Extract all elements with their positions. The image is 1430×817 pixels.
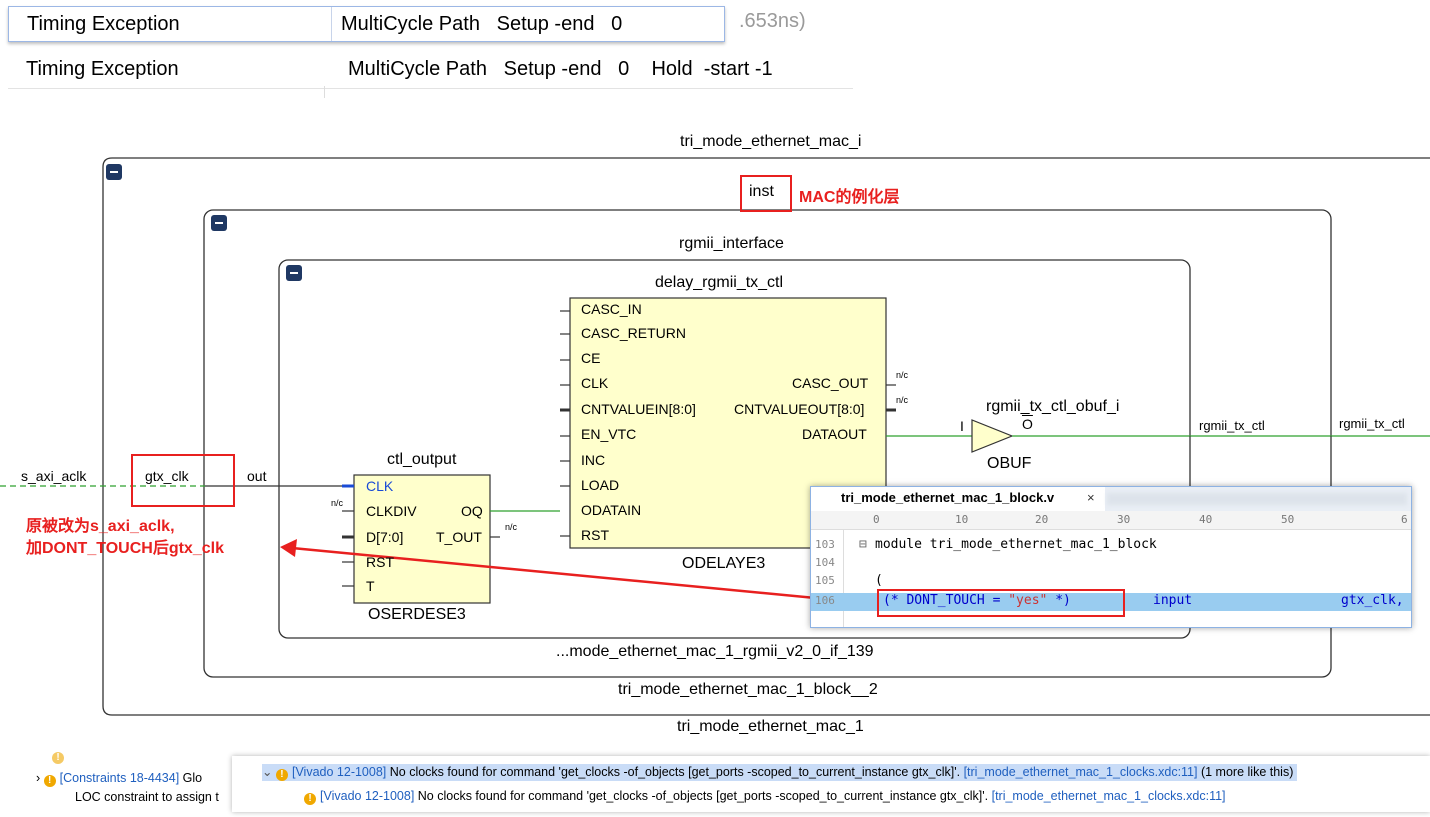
message-row[interactable]: ! [Vivado 12-1008] No clocks found for co… [304,789,1226,805]
port-label: INC [581,452,606,468]
hier-label-inst: inst [749,183,774,200]
port-label: CASC_OUT [792,375,869,391]
property-value: MultiCycle Path Setup -end 0 [341,13,623,35]
annotation-note-2: 加DONT_TOUCH后gtx_clk [26,540,224,557]
editor-tab-bar: tri_mode_ethernet_mac_1_block.v × [811,487,1411,512]
port-label: T_OUT [436,529,482,545]
hier-footer-block2: tri_mode_ethernet_mac_1_block__2 [618,681,878,698]
obuf-type-label: OBUF [987,455,1032,472]
nc-label: n/c [896,395,909,405]
hier-label-outer: tri_mode_ethernet_mac_i [680,133,862,150]
property-row[interactable]: Timing Exception MultiCycle Path Setup -… [8,50,853,89]
port-label: CNTVALUEOUT[8:0] [734,401,865,417]
obuf-instance-name: rgmii_tx_ctl_obuf_i [986,398,1120,415]
port-label: DATAOUT [802,426,867,442]
port-label-gtx-clk: gtx_clk [145,468,189,484]
hier-label-rgmii: rgmii_interface [679,235,784,252]
chevron-down-icon[interactable]: ⌄ [262,765,272,779]
collapse-icon[interactable] [286,265,302,281]
port-label: RST [581,527,609,543]
code-editor-popup[interactable]: tri_mode_ethernet_mac_1_block.v × 0 10 2… [810,486,1412,628]
fold-icon[interactable]: ⊟ [859,537,867,552]
hier-footer-outer: tri_mode_ethernet_mac_1 [677,718,864,735]
warning-icon: ! [43,775,56,787]
property-row-tooltip[interactable]: Timing Exception MultiCycle Path Setup -… [8,6,725,42]
net-label: rgmii_tx_ctl [1199,418,1265,433]
obscured-text: .653ns) [739,10,806,32]
property-table: Timing Exception MultiCycle Path Setup -… [8,0,853,98]
port-label: RST [366,554,394,570]
port-label: EN_VTC [581,426,637,442]
nc-label: n/c [896,370,909,380]
nc-label: n/c [331,498,344,508]
close-icon[interactable]: × [1087,490,1095,505]
port-label: CASC_IN [581,301,642,317]
port-label: LOAD [581,477,620,493]
property-value: MultiCycle Path Setup -end 0 Hold -start… [348,58,773,80]
file-link[interactable]: [tri_mode_ethernet_mac_1_clocks.xdc:11] [964,765,1198,779]
messages-background: ! › ! [Constraints 18-4434] Glo LOC const… [0,748,240,817]
editor-tab[interactable]: tri_mode_ethernet_mac_1_block.v × [811,487,1105,511]
net-label: s_axi_aclk [21,468,87,484]
code-line: 103 ⊟ module tri_mode_ethernet_mac_1_blo… [815,537,1157,552]
port-label: CE [581,350,601,366]
expand-icon[interactable]: › [36,771,40,785]
port-label: CNTVALUEIN[8:0] [581,401,696,417]
warning-icon: ! [304,793,316,805]
nc-label: n/c [505,522,518,532]
port-label: O [1022,416,1033,432]
port-label: CLKDIV [366,503,417,519]
code-line: 104 [815,556,835,569]
port-label: D[7:0] [366,529,404,545]
editor-ruler: 0 10 20 30 40 50 6 [811,511,1411,530]
warning-icon: ! [275,769,288,781]
odelay-type-label: ODELAYE3 [682,555,766,572]
port-label: CASC_RETURN [581,325,687,341]
obuf-symbol[interactable] [971,419,1014,453]
odelay-instance-name: delay_rgmii_tx_ctl [655,274,784,291]
message-id-link[interactable]: [Vivado 12-1008] [292,765,386,779]
oserdes-instance-name: ctl_output [387,451,457,468]
message-row[interactable]: › ! [Constraints 18-4434] Glo [36,771,202,787]
editor-code-area[interactable]: 103 ⊟ module tri_mode_ethernet_mac_1_blo… [811,529,1411,627]
property-key: Timing Exception [26,58,179,80]
message-row: LOC constraint to assign t [75,790,219,804]
port-label: T [366,578,375,594]
editor-tab-label: tri_mode_ethernet_mac_1_block.v [841,490,1055,505]
port-label: CLK [581,375,609,391]
message-id-link[interactable]: [Vivado 12-1008] [320,789,414,803]
port-label: I [960,418,964,434]
message-row-selected[interactable]: ⌄ ! [Vivado 12-1008] No clocks found for … [262,764,1298,781]
port-label: OQ [461,503,483,519]
property-key: Timing Exception [27,13,180,35]
dont-touch-highlight-box [877,589,1125,617]
annotation-note-1: 原被改为s_axi_aclk, [26,518,175,535]
messages-popup[interactable]: ⌄ ! [Vivado 12-1008] No clocks found for … [232,756,1430,812]
port-label: ODATAIN [581,502,642,518]
inst-annotation: MAC的例化层 [799,189,900,206]
net-label: rgmii_tx_ctl [1339,416,1405,431]
file-link[interactable]: [tri_mode_ethernet_mac_1_clocks.xdc:11] [992,789,1226,803]
oserdes-type-label: OSERDESE3 [368,606,466,623]
hier-footer-inner: ...mode_ethernet_mac_1_rgmii_v2_0_if_139 [556,643,874,660]
collapse-icon[interactable] [106,164,122,180]
port-label: CLK [366,478,394,494]
schematic-view[interactable]: tri_mode_ethernet_mac_i inst MAC的例化层 rgm… [0,118,1430,748]
port-label: out [247,468,267,484]
collapse-icon[interactable] [211,215,227,231]
